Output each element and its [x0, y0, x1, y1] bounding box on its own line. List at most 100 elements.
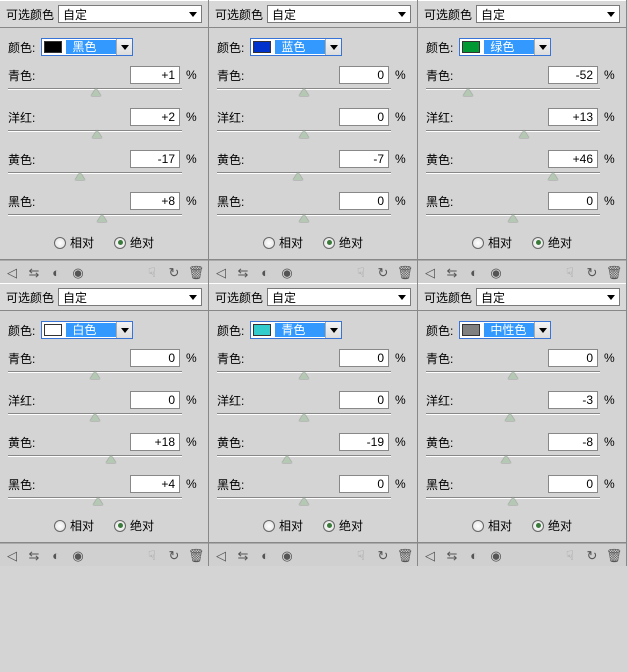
slider-track[interactable] — [217, 128, 391, 140]
slider-track[interactable] — [426, 86, 600, 98]
hand-icon[interactable]: ☟ — [353, 264, 369, 280]
slider-thumb[interactable] — [90, 371, 100, 379]
arrow-left-icon[interactable]: ◁ — [422, 264, 438, 280]
slider-track[interactable] — [217, 495, 391, 507]
color-dropdown[interactable]: 黑色 — [41, 38, 133, 56]
arrow-left-icon[interactable]: ◁ — [4, 264, 20, 280]
eye-icon[interactable]: ◉ — [279, 264, 295, 280]
slider-thumb[interactable] — [293, 172, 303, 180]
slider-thumb[interactable] — [282, 455, 292, 463]
slider-track[interactable] — [8, 495, 182, 507]
slider-value-input[interactable] — [548, 192, 598, 210]
slider-thumb[interactable] — [299, 88, 309, 96]
radio-option-relative[interactable]: 相对 — [472, 234, 512, 251]
slider-value-input[interactable] — [130, 192, 180, 210]
slider-value-input[interactable] — [339, 150, 389, 168]
slider-value-input[interactable] — [548, 475, 598, 493]
slider-track[interactable] — [426, 495, 600, 507]
slider-thumb[interactable] — [548, 172, 558, 180]
arrow-left-icon[interactable]: ◁ — [422, 547, 438, 563]
slider-track[interactable] — [8, 128, 182, 140]
refresh-icon[interactable]: ↻ — [584, 264, 600, 280]
mask-icon[interactable]: ◐ — [466, 264, 482, 280]
slider-track[interactable] — [426, 453, 600, 465]
slider-value-input[interactable] — [339, 349, 389, 367]
hand-icon[interactable]: ☟ — [353, 547, 369, 563]
color-dropdown[interactable]: 中性色 — [459, 321, 551, 339]
slider-thumb[interactable] — [299, 130, 309, 138]
refresh-icon[interactable]: ↻ — [584, 547, 600, 563]
slider-track[interactable] — [426, 170, 600, 182]
eye-icon[interactable]: ◉ — [279, 547, 295, 563]
slider-value-input[interactable] — [130, 433, 180, 451]
arrow-left-icon[interactable]: ◁ — [4, 547, 20, 563]
slider-track[interactable] — [217, 411, 391, 423]
slider-thumb[interactable] — [508, 497, 518, 505]
slider-track[interactable] — [426, 411, 600, 423]
color-dropdown[interactable]: 青色 — [250, 321, 342, 339]
slider-track[interactable] — [426, 369, 600, 381]
trash-icon[interactable]: 🗑 — [188, 547, 204, 563]
slider-track[interactable] — [217, 86, 391, 98]
slider-value-input[interactable] — [130, 150, 180, 168]
slider-thumb[interactable] — [299, 214, 309, 222]
slider-track[interactable] — [8, 411, 182, 423]
color-dropdown[interactable]: 蓝色 — [250, 38, 342, 56]
radio-option-relative[interactable]: 相对 — [54, 234, 94, 251]
radio-option-absolute[interactable]: 绝对 — [114, 517, 154, 534]
slider-value-input[interactable] — [548, 433, 598, 451]
slider-value-input[interactable] — [130, 391, 180, 409]
slider-thumb[interactable] — [97, 214, 107, 222]
slider-track[interactable] — [8, 453, 182, 465]
slider-thumb[interactable] — [90, 413, 100, 421]
slider-value-input[interactable] — [548, 66, 598, 84]
mask-icon[interactable]: ◐ — [257, 547, 273, 563]
preset-dropdown[interactable]: 自定 — [267, 5, 411, 23]
slider-thumb[interactable] — [299, 371, 309, 379]
radio-option-absolute[interactable]: 绝对 — [323, 517, 363, 534]
slider-track[interactable] — [217, 170, 391, 182]
slider-value-input[interactable] — [339, 66, 389, 84]
slider-value-input[interactable] — [130, 66, 180, 84]
mask-icon[interactable]: ◐ — [466, 547, 482, 563]
radio-option-absolute[interactable]: 绝对 — [532, 234, 572, 251]
hand-icon[interactable]: ☟ — [562, 264, 578, 280]
color-dropdown[interactable]: 白色 — [41, 321, 133, 339]
refresh-icon[interactable]: ↻ — [375, 264, 391, 280]
preset-dropdown[interactable]: 自定 — [267, 288, 411, 306]
refresh-icon[interactable]: ↻ — [166, 264, 182, 280]
radio-option-absolute[interactable]: 绝对 — [323, 234, 363, 251]
trash-icon[interactable]: 🗑 — [397, 264, 413, 280]
slider-track[interactable] — [8, 86, 182, 98]
slider-track[interactable] — [426, 212, 600, 224]
slider-thumb[interactable] — [508, 371, 518, 379]
slider-thumb[interactable] — [505, 413, 515, 421]
hand-icon[interactable]: ☟ — [144, 547, 160, 563]
sync-icon[interactable]: ⇆ — [235, 264, 251, 280]
sync-icon[interactable]: ⇆ — [235, 547, 251, 563]
radio-option-relative[interactable]: 相对 — [54, 517, 94, 534]
hand-icon[interactable]: ☟ — [144, 264, 160, 280]
slider-value-input[interactable] — [339, 192, 389, 210]
slider-value-input[interactable] — [339, 391, 389, 409]
slider-thumb[interactable] — [519, 130, 529, 138]
slider-value-input[interactable] — [130, 349, 180, 367]
preset-dropdown[interactable]: 自定 — [476, 288, 620, 306]
slider-value-input[interactable] — [130, 475, 180, 493]
mask-icon[interactable]: ◐ — [48, 547, 64, 563]
radio-option-relative[interactable]: 相对 — [472, 517, 512, 534]
slider-thumb[interactable] — [91, 88, 101, 96]
slider-thumb[interactable] — [93, 497, 103, 505]
slider-thumb[interactable] — [75, 172, 85, 180]
radio-option-absolute[interactable]: 绝对 — [532, 517, 572, 534]
slider-track[interactable] — [426, 128, 600, 140]
sync-icon[interactable]: ⇆ — [26, 547, 42, 563]
slider-track[interactable] — [8, 212, 182, 224]
radio-option-relative[interactable]: 相对 — [263, 234, 303, 251]
refresh-icon[interactable]: ↻ — [375, 547, 391, 563]
radio-option-relative[interactable]: 相对 — [263, 517, 303, 534]
eye-icon[interactable]: ◉ — [488, 547, 504, 563]
preset-dropdown[interactable]: 自定 — [58, 5, 202, 23]
slider-track[interactable] — [217, 212, 391, 224]
trash-icon[interactable]: 🗑 — [188, 264, 204, 280]
